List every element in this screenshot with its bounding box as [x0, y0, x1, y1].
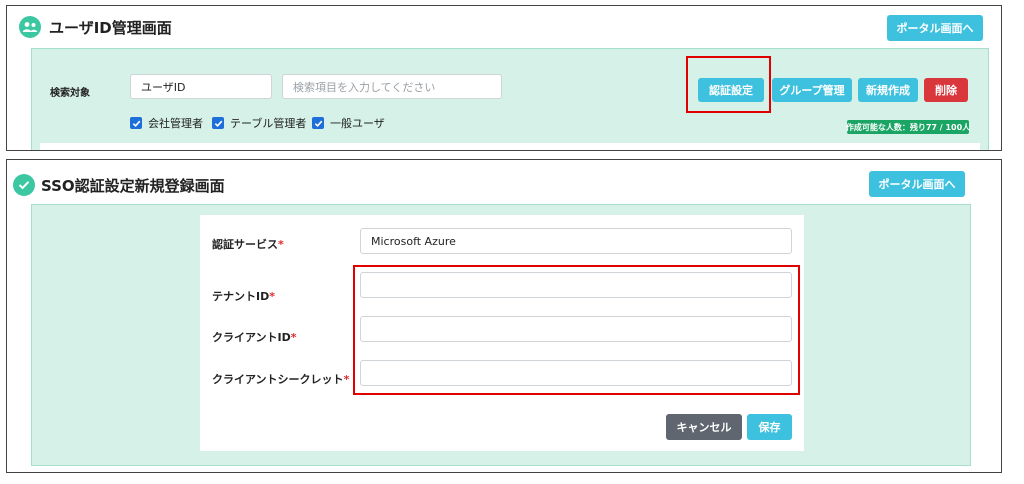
filter-table-admin[interactable]: テーブル管理者	[212, 115, 306, 131]
client-secret-label: クライアントシークレット*	[212, 373, 350, 386]
checkbox-checked-icon	[212, 117, 224, 129]
auth-service-select[interactable]: Microsoft Azure	[360, 228, 792, 254]
tenant-id-label: テナントID*	[212, 290, 275, 303]
delete-button[interactable]: 削除	[924, 78, 968, 102]
filter-company-admin[interactable]: 会社管理者	[130, 115, 203, 131]
tenant-id-field[interactable]	[360, 272, 792, 298]
new-create-button[interactable]: 新規作成	[858, 78, 918, 102]
checkbox-checked-icon	[130, 117, 142, 129]
group-management-button[interactable]: グループ管理	[772, 78, 852, 102]
portal-button[interactable]: ポータル画面へ	[887, 15, 983, 41]
cancel-button[interactable]: キャンセル	[666, 414, 742, 440]
filter-label: 一般ユーザ	[330, 117, 385, 130]
sso-form-card: 認証サービス* Microsoft Azure テナントID* クライアントID…	[200, 215, 804, 451]
search-target-select[interactable]: ユーザID	[130, 74, 272, 99]
client-secret-field[interactable]	[360, 360, 792, 386]
form-panel: 認証サービス* Microsoft Azure テナントID* クライアントID…	[31, 204, 971, 466]
users-icon	[19, 16, 41, 38]
client-id-label: クライアントID*	[212, 331, 297, 344]
auth-settings-button[interactable]: 認証設定	[698, 78, 764, 102]
save-button[interactable]: 保存	[747, 414, 792, 440]
client-id-field[interactable]	[360, 316, 792, 342]
checkbox-checked-icon	[312, 117, 324, 129]
filter-label: テーブル管理者	[230, 117, 307, 130]
sso-auth-registration-screen: SSO認証設定新規登録画面 ポータル画面へ 認証サービス* Microsoft …	[6, 159, 1002, 473]
filter-general-user[interactable]: 一般ユーザ	[312, 115, 385, 131]
check-circle-icon	[13, 174, 35, 196]
capacity-badge: 作成可能な人数：残り77 / 100人	[846, 120, 970, 134]
portal-button[interactable]: ポータル画面へ	[869, 171, 965, 197]
auth-service-label: 認証サービス*	[212, 238, 284, 251]
user-id-management-screen: ユーザID管理画面 ポータル画面へ 検索対象 ユーザID 検索項目を入力してくだ…	[6, 5, 1002, 151]
search-panel: 検索対象 ユーザID 検索項目を入力してください 会社管理者 テーブル管理者 一…	[31, 48, 989, 150]
results-area	[40, 143, 980, 150]
search-input[interactable]: 検索項目を入力してください	[282, 74, 502, 99]
filter-label: 会社管理者	[148, 117, 203, 130]
page-title: ユーザID管理画面	[49, 19, 172, 37]
search-target-label: 検索対象	[50, 88, 90, 99]
page-title: SSO認証設定新規登録画面	[41, 177, 225, 195]
